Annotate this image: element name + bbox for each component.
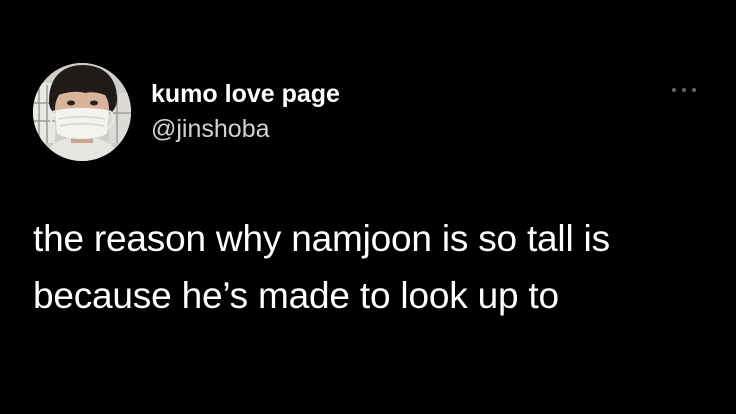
more-horizontal-icon [671,87,697,93]
tweet-card[interactable]: kumo love page @jinshoba the reason why … [0,0,736,414]
more-options-button[interactable] [664,80,704,100]
tweet-text-line: the reason why namjoon is so tall is [33,218,610,259]
avatar[interactable] [33,63,131,161]
tweet-text-line: because he’s made to look up to [33,275,559,316]
tweet-text: the reason why namjoon is so tall is bec… [33,210,713,324]
avatar-photo [33,63,131,161]
display-name[interactable]: kumo love page [151,79,340,109]
user-handle[interactable]: @jinshoba [151,114,270,144]
